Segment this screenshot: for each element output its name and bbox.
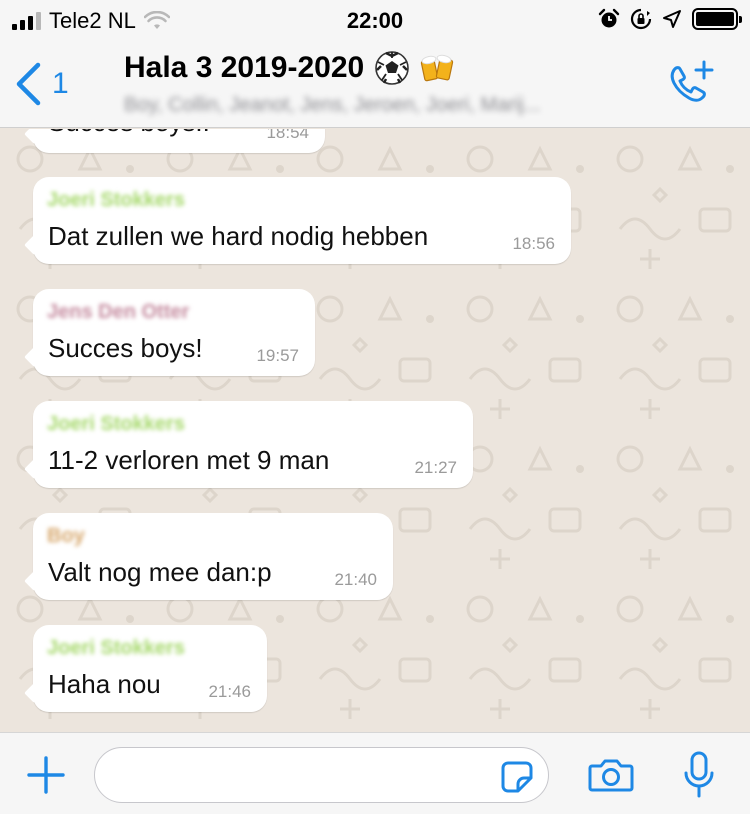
voice-message-button[interactable]: [682, 751, 716, 804]
plus-icon: [27, 756, 65, 794]
message-text: Dat zullen we hard nodig hebben: [48, 221, 429, 251]
camera-button[interactable]: [588, 757, 634, 798]
unread-count: 1: [52, 67, 69, 100]
message-time: 19:57: [256, 346, 299, 365]
message-time: 21:40: [334, 570, 377, 589]
chat-header: 1 Hala 3 2019-2020 Boy, Collin, Jeanot, …: [0, 40, 750, 128]
group-title-text: Hala 3 2019-2020: [124, 51, 365, 84]
attach-button[interactable]: [26, 755, 66, 800]
message-sender: Joeri Stokkers: [47, 189, 185, 211]
group-info[interactable]: Hala 3 2019-2020 Boy, Collin, Jeanot, Je…: [124, 50, 644, 117]
status-right: [598, 8, 742, 30]
back-button[interactable]: 1: [14, 62, 69, 106]
message-text: Haha nou: [48, 669, 161, 699]
chevron-left-icon: [16, 62, 41, 106]
group-title: Hala 3 2019-2020: [124, 50, 644, 86]
message-text: Succes boys!!: [48, 129, 210, 138]
message-time: 18:56: [512, 234, 555, 253]
sticker-button[interactable]: [500, 760, 534, 799]
message-time: 18:54: [266, 129, 309, 142]
message-sender: Joeri Stokkers: [47, 413, 185, 435]
group-participants: Boy, Collin, Jeanot, Jens, Jeroen, Joeri…: [124, 94, 541, 116]
message-bubble[interactable]: Joeri Stokkers Dat zullen we hard nodig …: [33, 177, 571, 264]
battery-icon: [692, 8, 742, 30]
message-text: Valt nog mee dan:p: [48, 557, 272, 587]
message-time: 21:46: [208, 682, 251, 701]
message-sender: Joeri Stokkers: [47, 637, 185, 659]
message-bubble[interactable]: Succes boys!! 18:54: [33, 129, 325, 153]
composer-bar: [0, 732, 750, 814]
message-sender: Boy: [47, 525, 85, 547]
phone-plus-icon: [670, 60, 714, 102]
message-input[interactable]: [113, 748, 493, 802]
location-icon: [663, 10, 681, 28]
message-time: 21:27: [414, 458, 457, 477]
message-bubble[interactable]: Jens Den Otter Succes boys! 19:57: [33, 289, 315, 376]
alarm-icon: [598, 8, 620, 28]
status-bar: Tele2 NL 22:00: [0, 0, 750, 40]
message-bubble[interactable]: Joeri Stokkers 11-2 verloren met 9 man 2…: [33, 401, 473, 488]
soccer-ball-emoji: [375, 51, 410, 85]
message-text: Succes boys!: [48, 333, 203, 363]
add-call-button[interactable]: [664, 58, 716, 115]
beer-mugs-emoji: [421, 54, 454, 82]
camera-icon: [588, 759, 634, 792]
message-input-field[interactable]: [94, 747, 549, 803]
microphone-icon: [684, 751, 714, 798]
message-text: 11-2 verloren met 9 man: [48, 445, 330, 475]
message-bubble[interactable]: Joeri Stokkers Haha nou 21:46: [33, 625, 267, 712]
message-list[interactable]: Succes boys!! 18:54 Joeri Stokkers Dat z…: [0, 129, 750, 731]
message-sender: Jens Den Otter: [47, 301, 190, 323]
message-bubble[interactable]: Boy Valt nog mee dan:p 21:40: [33, 513, 393, 600]
sticker-icon: [501, 761, 533, 793]
rotation-lock-icon: [630, 8, 652, 30]
